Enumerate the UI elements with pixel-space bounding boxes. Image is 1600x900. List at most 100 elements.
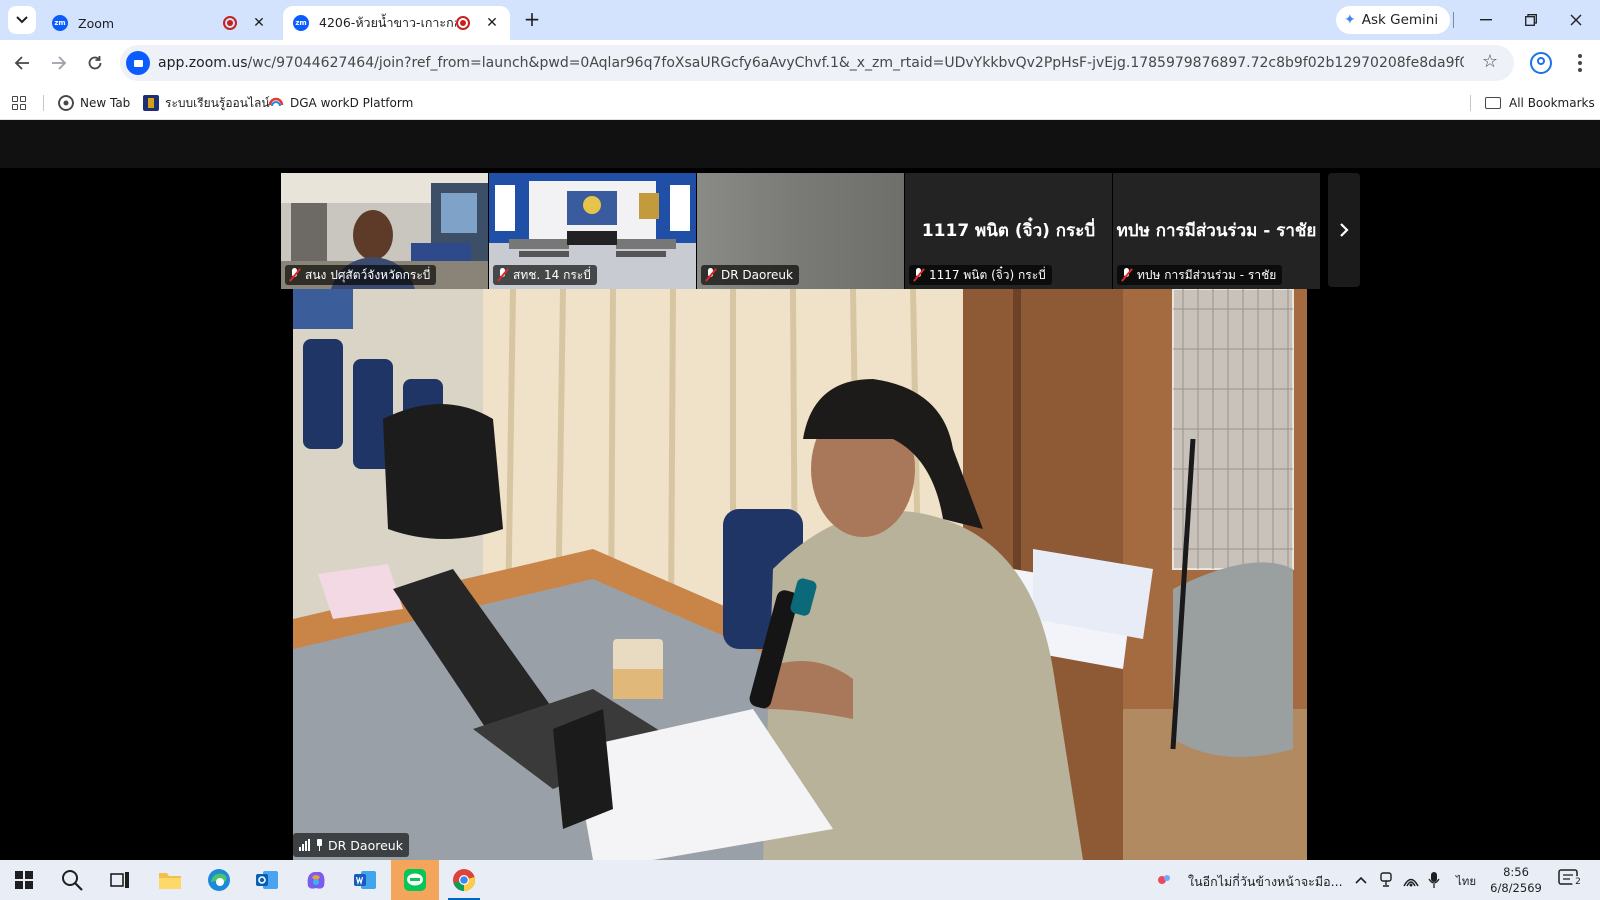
active-speaker-video[interactable] [293, 289, 1307, 860]
chevron-right-icon [1340, 223, 1349, 237]
date: 6/8/2569 [1490, 881, 1542, 895]
notification-center-button[interactable]: 2 [1558, 868, 1584, 890]
participant-name: ทปษ การมีส่วนร่วม - ราชัย [1137, 267, 1277, 282]
browser-toolbar: app.zoom.us/wc/97044627464/join?ref_from… [0, 40, 1600, 86]
participant-strip: สนง ปศุสัตว์จังหวัดกระบี่ สทช. 14 กระบี่… [281, 173, 1321, 289]
meeting-top-bar [0, 120, 1600, 168]
search-button[interactable] [48, 860, 96, 900]
participant-display-name: ทปษ การมีส่วนร่วม - ราชัย [1116, 221, 1317, 241]
time: 8:56 [1503, 865, 1529, 879]
site-info-icon[interactable] [126, 51, 150, 75]
pin-icon [315, 839, 323, 851]
line-button[interactable] [391, 860, 439, 900]
close-tab-icon[interactable]: ✕ [251, 15, 267, 31]
start-button[interactable] [0, 860, 48, 900]
tab-meeting[interactable]: zm 4206-ห้วยน้ำขาว-เกาะกลาง ✕ [283, 6, 510, 40]
address-bar[interactable]: app.zoom.us/wc/97044627464/join?ref_from… [120, 45, 1514, 81]
participant-name: สนง ปศุสัตว์จังหวัดกระบี่ [305, 267, 431, 282]
close-icon [1570, 14, 1582, 26]
close-tab-icon[interactable]: ✕ [484, 15, 500, 31]
input-language[interactable]: ไทย [1456, 873, 1476, 891]
all-bookmarks-button[interactable]: All Bookmarks [1485, 94, 1595, 112]
new-tab-button[interactable]: + [520, 8, 544, 32]
restore-button[interactable] [1517, 6, 1545, 34]
edge-button[interactable] [195, 860, 243, 900]
divider [43, 95, 44, 111]
profile-icon[interactable] [1530, 52, 1552, 74]
task-view-button[interactable] [96, 860, 144, 900]
line-icon [404, 869, 426, 891]
outlook-button[interactable] [243, 860, 291, 900]
zoom-favicon-icon: zm [52, 15, 68, 31]
participant-name: สทช. 14 กระบี่ [513, 267, 591, 282]
url-text: app.zoom.us/wc/97044627464/join?ref_from… [158, 55, 1464, 71]
weather-news-icon[interactable] [1156, 872, 1172, 888]
file-explorer-button[interactable] [146, 860, 194, 900]
bookmark-star-icon[interactable]: ☆ [1482, 51, 1498, 72]
search-icon [62, 870, 83, 891]
reload-icon [88, 56, 102, 70]
task-view-icon [110, 872, 129, 888]
notification-preview-text[interactable]: ในอีกไม่กี่วันข้างหน้าจะมีอ... [1188, 872, 1343, 892]
tab-title: Zoom [78, 15, 115, 31]
close-window-button[interactable] [1562, 6, 1590, 34]
reload-button[interactable] [81, 49, 109, 77]
bookmark-online-learning[interactable]: ระบบเรียนรู้ออนไลน์ [143, 94, 270, 112]
participant-tile[interactable]: 1117 พนิต (จิ๋ว) กระบี่ 1117 พนิต (จิ๋ว)… [905, 173, 1112, 289]
mic-muted-icon [705, 268, 717, 282]
participant-tile[interactable]: สนง ปศุสัตว์จังหวัดกระบี่ [281, 173, 488, 289]
clock[interactable]: 8:56 6/8/2569 [1486, 864, 1546, 896]
network-icon[interactable] [1403, 872, 1419, 888]
bookmark-label: DGA workD Platform [290, 96, 414, 110]
divider [1453, 12, 1454, 28]
tab-search-button[interactable] [8, 6, 36, 34]
participant-display-name: 1117 พนิต (จิ๋ว) กระบี่ [921, 221, 1096, 241]
next-page-button[interactable] [1328, 173, 1360, 287]
folder-icon [1485, 97, 1501, 109]
windows-logo-icon [15, 871, 33, 889]
minimize-button[interactable] [1472, 6, 1500, 34]
forward-button[interactable] [45, 49, 73, 77]
apps-grid-icon[interactable] [12, 96, 26, 110]
windows-taskbar: ในอีกไม่กี่วันข้างหน้าจะมีอ... ไทย 8:56 … [0, 860, 1600, 900]
participant-name: DR Daoreuk [721, 268, 793, 282]
zoom-meeting-area: สนง ปศุสัตว์จังหวัดกระบี่ สทช. 14 กระบี่… [0, 120, 1600, 860]
ministry-logo-icon [143, 95, 159, 111]
mic-muted-icon [497, 268, 509, 282]
participant-name-tag: สนง ปศุสัตว์จังหวัดกระบี่ [285, 265, 437, 285]
recording-icon [456, 16, 470, 30]
tab-zoom[interactable]: zm Zoom ✕ [42, 6, 277, 40]
divider [1470, 95, 1471, 111]
participant-tile[interactable]: DR Daoreuk [697, 173, 904, 289]
bookmark-dga-workd[interactable]: DGA workD Platform [268, 94, 413, 112]
dga-logo-icon [268, 97, 284, 107]
ask-gemini-label: Ask Gemini [1361, 12, 1439, 28]
connection-signal-icon [299, 839, 311, 851]
microphone-icon[interactable] [1428, 871, 1440, 889]
meet-now-icon[interactable] [1379, 872, 1393, 888]
participant-tile[interactable]: สทช. 14 กระบี่ [489, 173, 696, 289]
bookmark-new-tab[interactable]: New Tab [58, 94, 130, 112]
chrome-icon [453, 869, 475, 891]
participant-name-tag: DR Daoreuk [701, 265, 799, 285]
copilot-button[interactable] [292, 860, 340, 900]
all-bookmarks-label: All Bookmarks [1509, 96, 1595, 110]
mic-muted-icon [913, 268, 925, 282]
zoom-favicon-icon: zm [293, 15, 309, 31]
mic-muted-icon [289, 268, 301, 282]
chrome-button[interactable] [440, 860, 488, 900]
gemini-sparkle-icon: ✦ [1344, 12, 1356, 28]
arrow-right-icon [52, 56, 67, 70]
participant-name-tag: สทช. 14 กระบี่ [493, 265, 597, 285]
chevron-up-icon[interactable] [1354, 873, 1368, 887]
participant-tile[interactable]: ทปษ การมีส่วนร่วม - ราชัย ทปษ การมีส่วนร… [1113, 173, 1320, 289]
more-menu-icon[interactable] [1570, 52, 1590, 74]
back-button[interactable] [8, 49, 36, 77]
participant-name-tag: 1117 พนิต (จิ๋ว) กระบี่ [909, 265, 1052, 285]
word-button[interactable] [341, 860, 389, 900]
word-icon [354, 871, 376, 889]
active-speaker-name-tag: DR Daoreuk [293, 833, 409, 857]
mic-muted-icon [1121, 268, 1133, 282]
folder-icon [159, 873, 181, 889]
ask-gemini-button[interactable]: ✦ Ask Gemini [1336, 6, 1451, 34]
